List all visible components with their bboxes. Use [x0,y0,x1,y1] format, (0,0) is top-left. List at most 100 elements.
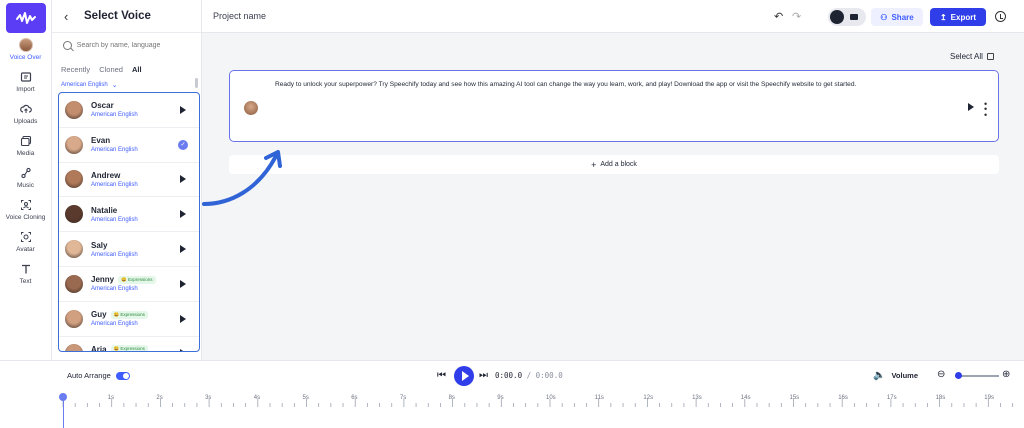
app-logo-icon[interactable] [5,3,46,33]
view-toggle[interactable] [828,8,866,26]
tick-label: 19s [984,395,994,401]
tick-label: 9s [497,395,504,401]
more-vertical-icon[interactable]: • • • [984,99,988,119]
voice-item[interactable]: Jenny 😀 Expressions American English [59,267,199,302]
voice-text: Jenny 😀 Expressions American English [91,275,156,292]
timeline[interactable]: 1s 2s 3s 4s 5s 6s 7s 8s 9s 10s 11s 12s 13s 14s 15s 16s 1… [0,390,1024,428]
voice-item[interactable]: Aria😀 ExpressionsAmerican English [59,337,199,351]
tab-all[interactable]: All [132,65,142,74]
tick-label: 6s [351,395,358,401]
rail-item-import[interactable]: Import [0,66,51,97]
voice-avatar [65,309,83,328]
rail-item-label: Avatar [16,246,35,253]
voice-name-row: Oscar [91,101,138,110]
select-all[interactable]: Select All [950,52,994,61]
rail-item-label: Music [17,182,34,189]
volume-control[interactable]: 🔈 Volume [873,370,918,381]
tab-cloned[interactable]: Cloned [99,65,123,74]
chevron-down-icon: ⌄ [111,82,118,89]
block-text[interactable]: Ready to unlock your superpower? Try Spe… [275,81,975,90]
voice-text: Evan American English [91,136,138,153]
voice-text: Aria😀 ExpressionsAmerican English [91,345,148,351]
play-icon[interactable] [180,245,186,254]
voice-name: Evan [91,136,111,146]
skip-forward-icon[interactable]: ⏭ [479,370,488,381]
play-button[interactable] [454,366,474,386]
select-all-checkbox[interactable] [986,53,994,60]
history-icon[interactable] [995,11,1006,22]
tick-label: 3s [205,395,212,401]
timeline-ruler[interactable] [0,390,1024,410]
voice-item[interactable]: Saly American English [59,232,199,267]
language-filter-label: American English [61,82,108,88]
voice-name: Jenny [91,275,115,285]
zoom-slider-thumb[interactable] [955,372,962,379]
play-icon[interactable] [180,175,186,184]
rail-item-label: Uploads [13,118,38,125]
voice-item[interactable]: Evan American English ✓ [59,128,199,163]
play-icon[interactable] [180,349,186,351]
current-time: 0:00.0 [495,371,523,380]
block-play-icon[interactable] [968,103,974,111]
block-voice-avatar[interactable] [244,101,258,115]
check-icon: ✓ [178,139,188,150]
auto-arrange-toggle[interactable] [115,371,130,380]
search-input[interactable] [76,41,193,49]
zoom-out-icon[interactable]: ⊖ [937,369,945,380]
voice-name: Saly [91,240,108,250]
rail-item-uploads[interactable]: Uploads [0,98,51,129]
undo-icon[interactable]: ↶ [774,10,783,23]
voice-item[interactable]: Andrew American English [59,163,199,198]
panel-header: ‹ Select Voice [52,0,201,33]
add-block-label: Add a block [600,161,637,168]
skip-back-icon[interactable]: ⏮ [437,370,446,381]
back-chevron-icon[interactable]: ‹ [64,9,76,24]
voice-item[interactable]: Guy 😀 Expressions American English [59,302,199,337]
voice-name-row: Andrew [91,171,138,180]
voice-language: American English [91,181,138,188]
share-button[interactable]: ⚇ Share [871,8,923,26]
voice-language: American English [91,321,138,328]
rail-item-music[interactable]: Music [0,162,51,193]
play-icon[interactable] [180,105,186,114]
voice-item[interactable]: Oscar American English [59,93,199,128]
voice-tabs: Recently Cloned All [52,59,201,79]
expressions-badge: 😀 Expressions [118,275,156,284]
redo-icon[interactable]: ↷ [792,10,801,23]
rail-item-avatar[interactable]: Avatar [0,226,51,257]
playhead-handle[interactable] [59,393,67,401]
voice-item[interactable]: Natalie American English [59,197,199,233]
tab-recently[interactable]: Recently [61,65,90,74]
panel-scrollbar[interactable] [195,78,198,88]
auto-arrange: Auto Arrange [67,371,130,380]
play-icon[interactable] [180,210,186,219]
voice-search [60,37,193,53]
voice-text: Oscar American English [91,101,138,118]
import-icon [19,70,33,84]
caption-view-icon [850,14,858,20]
rail-item-text[interactable]: Text [0,258,51,289]
add-block-button[interactable]: + Add a block [229,155,999,174]
export-button[interactable]: ↥ Export [930,8,986,26]
tick-label: 15s [789,395,800,401]
add-user-icon: ⚇ [880,12,888,22]
voice-name: Natalie [91,205,118,215]
rail-item-voice-cloning[interactable]: Voice Cloning [0,194,51,225]
rail-item-label: Voice Cloning [5,214,46,221]
voice-language: American English [91,286,138,293]
language-filter[interactable]: American English ⌄ [52,79,201,91]
zoom-in-icon[interactable]: ⊕ [1002,369,1010,380]
rail-item-voice-over[interactable]: Voice Over [0,34,51,65]
rail-item-media[interactable]: Media [0,130,51,161]
text-block[interactable]: Ready to unlock your superpower? Try Spe… [229,70,999,142]
voice-name-row: Natalie [91,206,138,215]
tick-label: 12s [643,395,654,401]
play-icon[interactable] [180,279,186,288]
upload-icon: ↥ [939,12,947,22]
play-icon[interactable] [180,314,186,323]
tick-label: 8s [448,395,455,401]
voice-cloning-icon [19,198,33,212]
tick-label: 11s [594,395,604,401]
project-name[interactable]: Project name [213,11,266,21]
media-icon [19,134,33,148]
